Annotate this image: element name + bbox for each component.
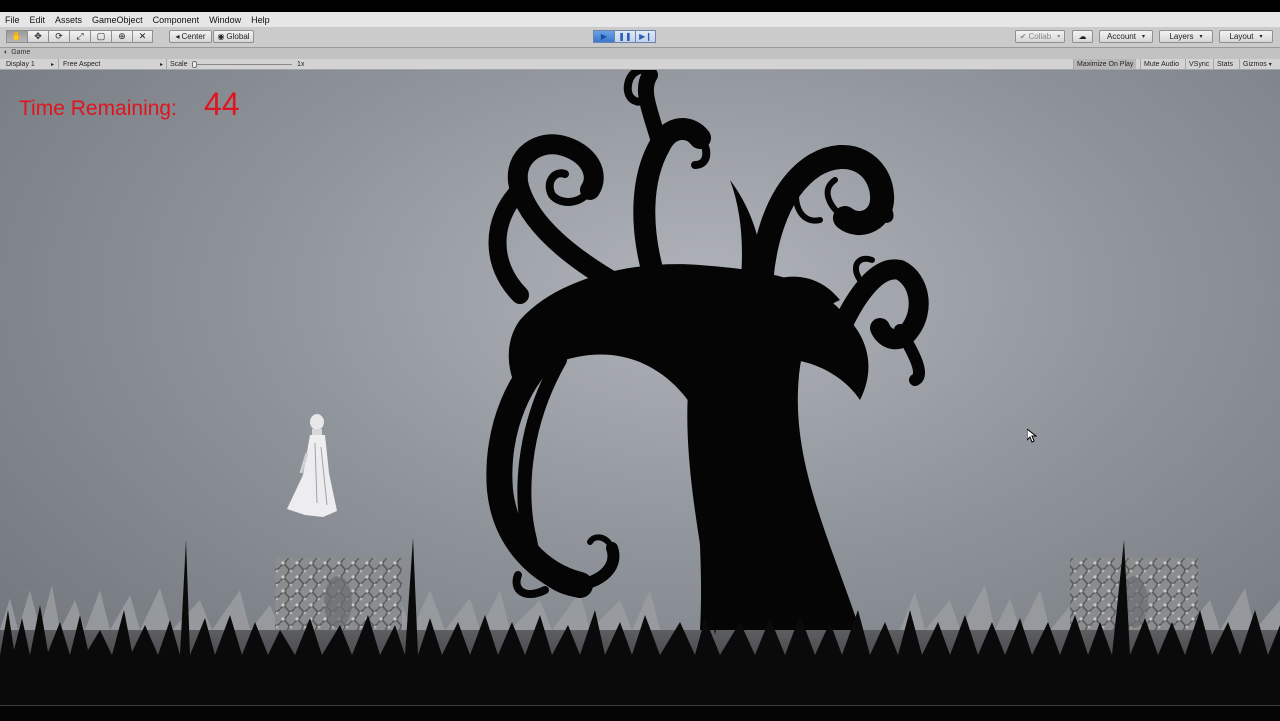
- time-remaining-hud: Time Remaining: 44: [19, 86, 240, 123]
- mouse-cursor-icon: [1027, 429, 1037, 443]
- collab-button[interactable]: ✔ Collab ▾: [1015, 30, 1065, 43]
- scale-icon[interactable]: ⤢: [69, 30, 90, 43]
- gizmos-dropdown[interactable]: Gizmos ▾: [1239, 59, 1275, 69]
- pivot-center-button[interactable]: ◂ Center: [169, 30, 212, 43]
- pivot-icon: ◂: [175, 32, 180, 41]
- transform-icon[interactable]: ⊕: [111, 30, 132, 43]
- rotate-icon[interactable]: ⟳: [48, 30, 69, 43]
- menu-file[interactable]: File: [0, 15, 25, 25]
- divider: [166, 59, 167, 70]
- custom-tool-icon[interactable]: ✕: [132, 30, 153, 43]
- dropdown-icon: ▾: [1199, 34, 1203, 40]
- menu-edit[interactable]: Edit: [25, 15, 51, 25]
- globe-icon: ◉: [217, 32, 225, 41]
- account-dropdown[interactable]: Account ▾: [1099, 30, 1153, 43]
- vsync-toggle[interactable]: VSync: [1185, 59, 1212, 69]
- check-icon: ✔: [1019, 32, 1027, 41]
- play-button[interactable]: ▶: [593, 30, 614, 43]
- menu-assets[interactable]: Assets: [50, 15, 87, 25]
- menu-gameobject[interactable]: GameObject: [87, 15, 148, 25]
- scale-slider-track[interactable]: [196, 64, 292, 65]
- divider: [58, 59, 59, 70]
- status-bar: [0, 705, 1280, 721]
- time-remaining-value: 44: [203, 86, 240, 122]
- scale-label: Scale: [170, 61, 188, 68]
- dropdown-icon: ▸: [159, 62, 163, 68]
- display-dropdown[interactable]: Display 1 ▸: [6, 60, 54, 69]
- menu-bar: File Edit Assets GameObject Component Wi…: [0, 12, 1280, 27]
- layout-dropdown[interactable]: Layout ▾: [1219, 30, 1273, 43]
- cloud-icon: ☁: [1078, 32, 1087, 41]
- cloud-button[interactable]: ☁: [1072, 30, 1093, 43]
- game-controller-icon: ◐: [4, 49, 9, 56]
- dropdown-icon: ▾: [1268, 61, 1272, 68]
- scale-slider-thumb[interactable]: [192, 61, 197, 68]
- menu-window[interactable]: Window: [204, 15, 246, 25]
- move-icon[interactable]: ✥: [27, 30, 48, 43]
- main-toolbar: ✋ ✥ ⟳ ⤢ ▢ ⊕ ✕ ◂ Center ◉ Global ▶ ❚❚ ▶❙ …: [0, 27, 1280, 48]
- pause-button[interactable]: ❚❚: [614, 30, 635, 43]
- silhouette-tree: [486, 70, 929, 635]
- menu-component[interactable]: Component: [148, 15, 205, 25]
- step-button[interactable]: ▶❙: [635, 30, 656, 43]
- game-viewport[interactable]: Time Remaining: 44: [0, 70, 1280, 705]
- dropdown-icon: ▾: [1057, 34, 1061, 40]
- dropdown-icon: ▾: [1141, 34, 1145, 40]
- time-remaining-label: Time Remaining:: [19, 97, 177, 120]
- window-top-border: [0, 0, 1280, 12]
- pivot-global-button[interactable]: ◉ Global: [213, 30, 254, 43]
- transform-tools: ✋ ✥ ⟳ ⤢ ▢ ⊕ ✕: [6, 30, 153, 43]
- scale-value: 1x: [297, 61, 305, 68]
- maximize-on-play-toggle[interactable]: Maximize On Play: [1073, 59, 1137, 69]
- mute-audio-toggle[interactable]: Mute Audio: [1140, 59, 1182, 69]
- layers-dropdown[interactable]: Layers ▾: [1159, 30, 1213, 43]
- tab-game[interactable]: ◐ Game: [4, 49, 30, 56]
- game-scene: [0, 70, 1280, 705]
- game-tab-strip: ◐ Game: [0, 48, 1280, 59]
- ghost-girl-character: [287, 414, 337, 517]
- game-view-toolbar: Display 1 ▸ Free Aspect ▸ Scale 1x Maxim…: [0, 59, 1280, 70]
- menu-help[interactable]: Help: [246, 15, 275, 25]
- stats-toggle[interactable]: Stats: [1213, 59, 1236, 69]
- dropdown-icon: ▾: [1259, 34, 1263, 40]
- rect-icon[interactable]: ▢: [90, 30, 111, 43]
- aspect-dropdown[interactable]: Free Aspect ▸: [63, 60, 163, 69]
- dropdown-icon: ▸: [50, 62, 54, 68]
- play-controls: ▶ ❚❚ ▶❙: [593, 30, 656, 43]
- hand-icon[interactable]: ✋: [6, 30, 27, 43]
